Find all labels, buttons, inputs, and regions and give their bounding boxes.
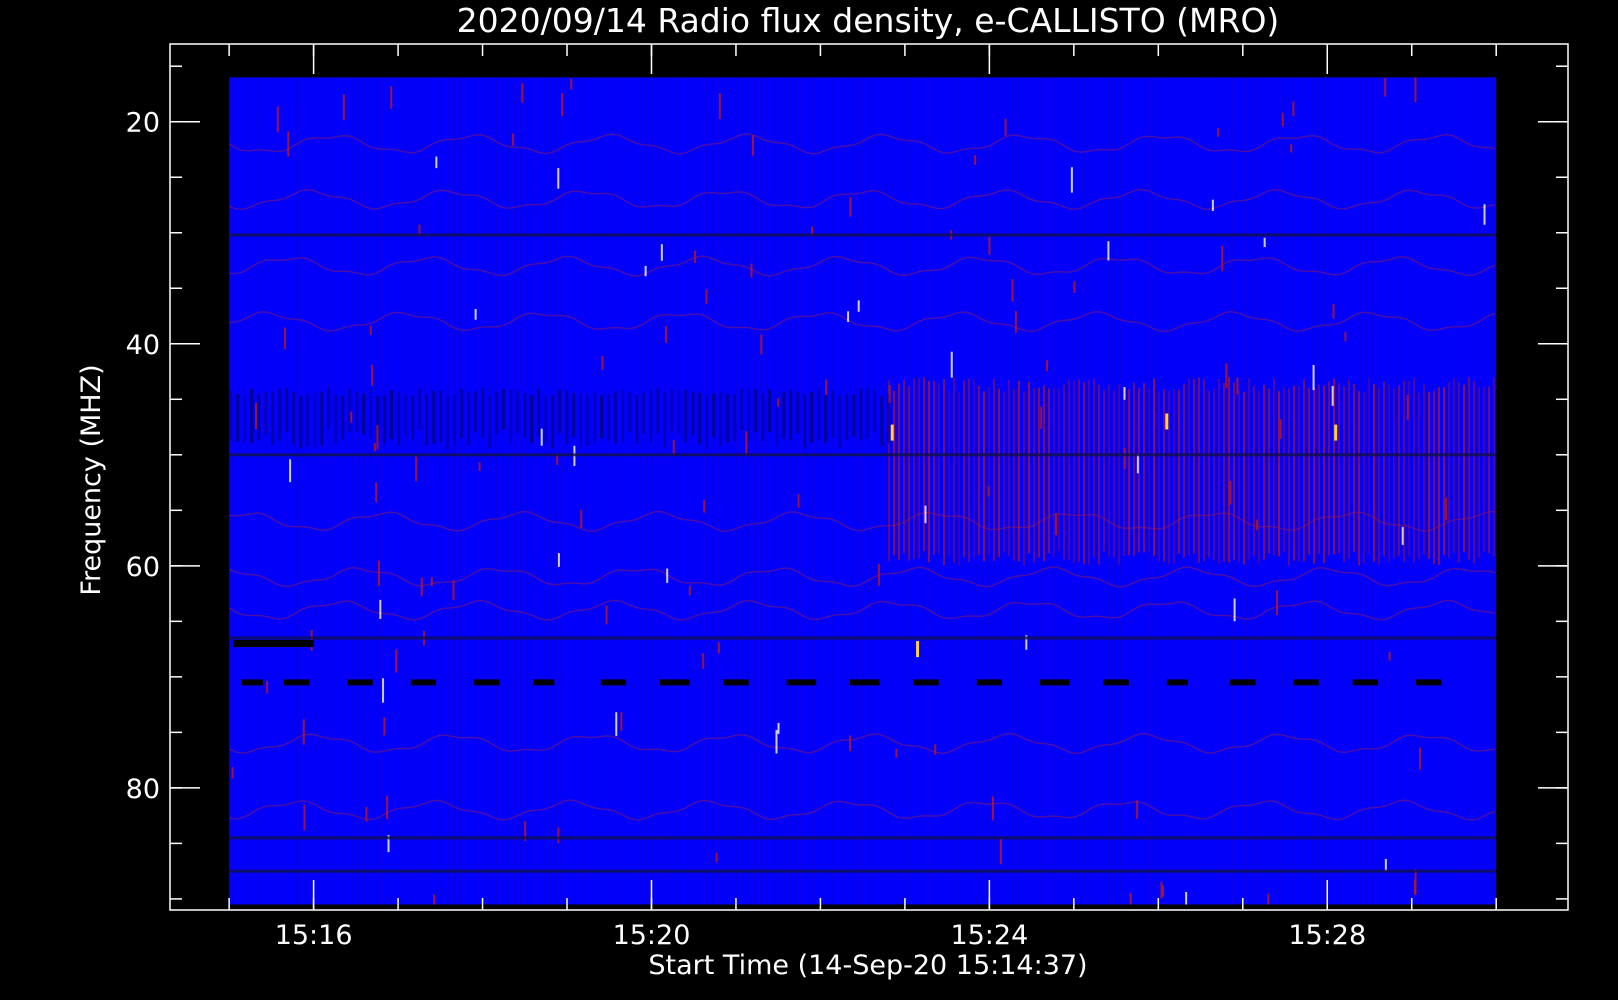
y-tick-label: 80 [126, 774, 160, 805]
y-tick-label: 60 [126, 552, 160, 583]
black-bar [233, 640, 314, 648]
chart-title: 2020/09/14 Radio flux density, e-CALLIST… [457, 1, 1280, 40]
x-tick-label: 15:28 [1288, 920, 1366, 951]
heatmap-area [229, 77, 1497, 905]
hot-spot [890, 424, 894, 441]
x-tick-label: 15:20 [613, 920, 691, 951]
y-tick-label: 40 [126, 330, 160, 361]
y-axis-label: Frequency (MHZ) [76, 364, 107, 595]
heatmap-texture [229, 77, 1497, 905]
y-tick-label: 20 [126, 108, 160, 139]
x-tick-label: 15:16 [275, 920, 353, 951]
x-axis-label: Start Time (14-Sep-20 15:14:37) [648, 950, 1087, 981]
hot-spot [916, 641, 920, 658]
hot-spot [1165, 413, 1169, 430]
x-tick-label: 15:24 [950, 920, 1028, 951]
hot-spot [1334, 424, 1338, 441]
spectrogram-chart: 2020/09/14 Radio flux density, e-CALLIST… [76, 1, 1569, 981]
